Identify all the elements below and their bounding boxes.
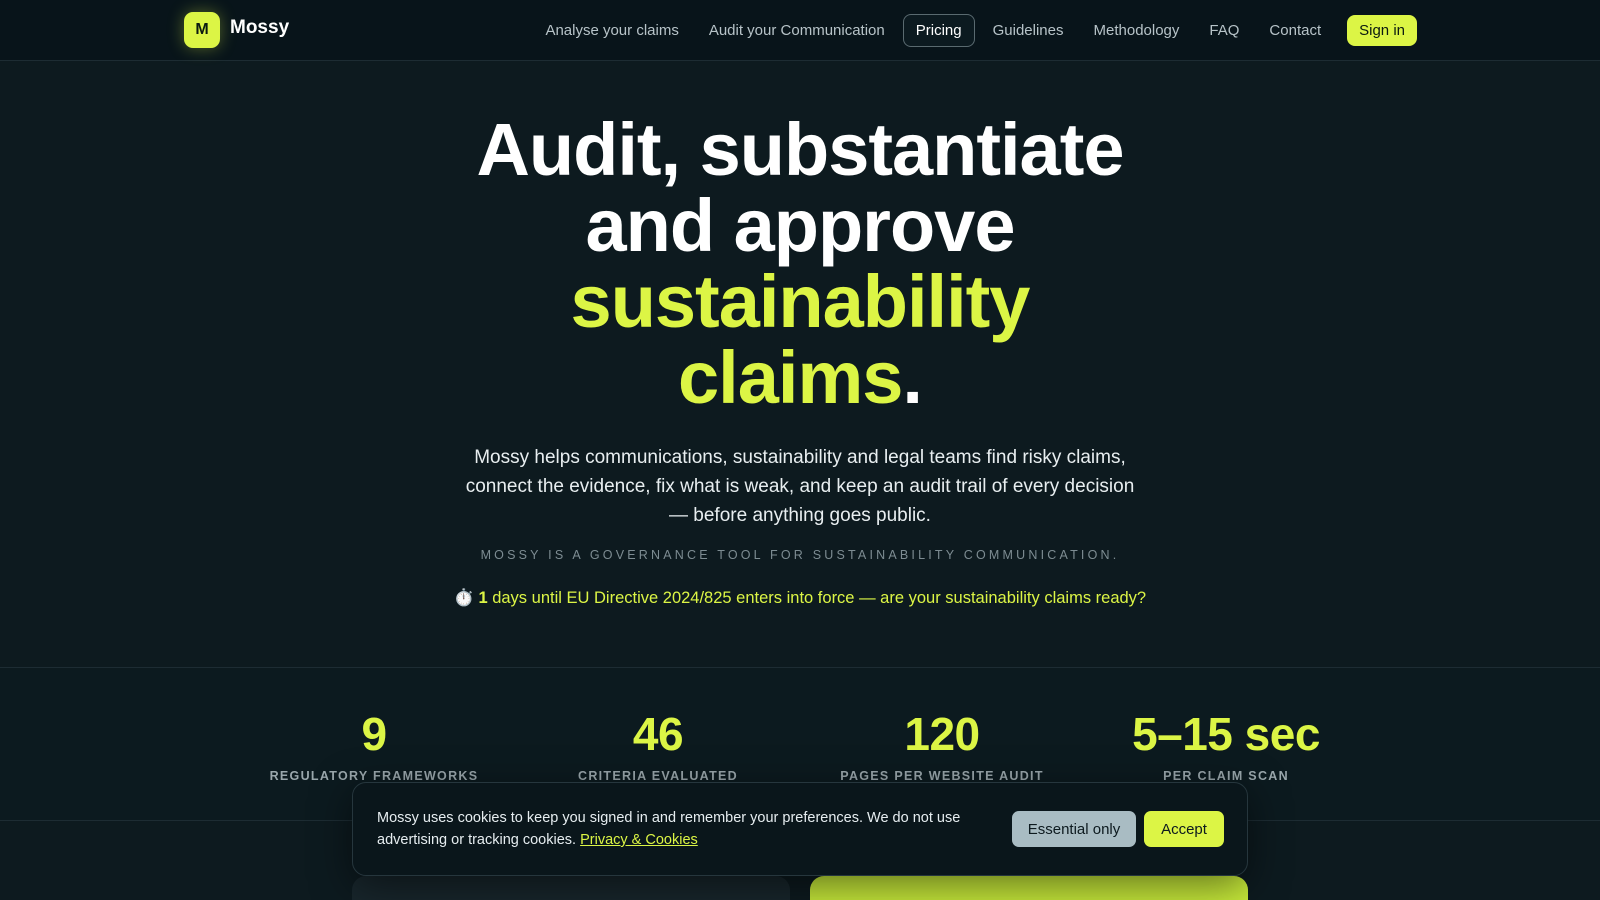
hero-title-period: .	[902, 336, 923, 419]
nav-link-analyse-claims[interactable]: Analyse your claims	[533, 15, 690, 46]
directive-countdown: ⏱️ 1 days until EU Directive 2024/825 ent…	[0, 589, 1600, 608]
top-nav: M Mossy Analyse your claims Audit your C…	[0, 0, 1600, 61]
nav-link-contact[interactable]: Contact	[1257, 15, 1333, 46]
hero-title-line-3: sustainability	[570, 260, 1031, 343]
nav-link-methodology[interactable]: Methodology	[1082, 15, 1192, 46]
stat-criteria: 46 Criteria evaluated	[518, 708, 798, 783]
cookie-banner: Mossy uses cookies to keep you signed in…	[352, 782, 1248, 876]
stat-value: 46	[632, 708, 684, 760]
stat-label: Criteria evaluated	[578, 769, 738, 783]
brand-name[interactable]: Mossy	[230, 17, 289, 39]
stat-label: Regulatory frameworks	[269, 769, 479, 783]
nav-links: Analyse your claims Audit your Communica…	[533, 13, 1417, 47]
stat-frameworks: 9 Regulatory frameworks	[234, 708, 514, 783]
hero-title-line-1: Audit, substantiate	[476, 108, 1124, 191]
countdown-text: days until EU Directive 2024/825 enters …	[487, 589, 1147, 607]
countdown-number: 1	[478, 589, 488, 607]
stat-value: 9	[361, 708, 387, 760]
stat-value: 5–15 sec	[1132, 708, 1320, 760]
hero-title-line-2: and approve	[585, 184, 1016, 267]
nav-link-pricing[interactable]: Pricing	[902, 13, 975, 47]
nav-link-faq[interactable]: FAQ	[1197, 15, 1251, 46]
stat-value: 120	[904, 708, 980, 760]
hero-tagline: Mossy is a governance tool for sustainab…	[480, 548, 1120, 562]
accept-cookies-button[interactable]: Accept	[1144, 811, 1224, 847]
cookie-message: Mossy uses cookies to keep you signed in…	[377, 807, 977, 851]
stat-label: Pages per website audit	[840, 769, 1044, 783]
nav-link-guidelines[interactable]: Guidelines	[981, 15, 1076, 46]
feature-card-left	[352, 876, 790, 900]
feature-card-right	[810, 876, 1248, 900]
sign-in-button[interactable]: Sign in	[1347, 14, 1417, 46]
hero-title-line-4: claims	[678, 336, 903, 419]
hero-subtitle: Mossy helps communications, sustainabili…	[465, 447, 1135, 526]
nav-link-audit-communication[interactable]: Audit your Communication	[697, 15, 897, 46]
stat-scan-time: 5–15 sec Per claim scan	[1086, 708, 1366, 783]
essential-only-button[interactable]: Essential only	[1012, 811, 1136, 847]
stat-label: Per claim scan	[1163, 769, 1289, 783]
hero-title: Audit, substantiate and approve sustaina…	[0, 112, 1600, 416]
logo-icon[interactable]: M	[184, 12, 220, 48]
stat-pages: 120 Pages per website audit	[802, 708, 1082, 783]
privacy-cookies-link[interactable]: Privacy & Cookies	[580, 832, 698, 848]
stopwatch-icon: ⏱️	[453, 589, 475, 607]
